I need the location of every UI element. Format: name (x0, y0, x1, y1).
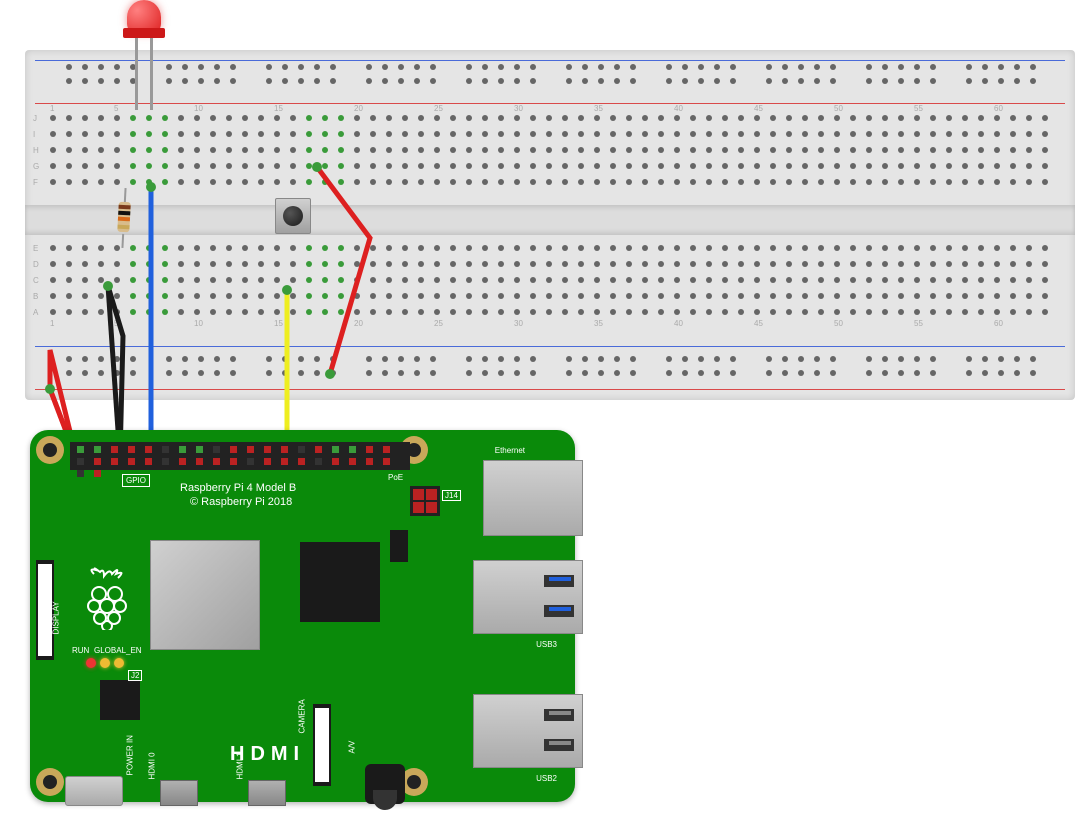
poe-label: PoE (388, 473, 403, 482)
breadboard-bottom-rail (25, 344, 1075, 392)
poe-header (410, 486, 440, 516)
hdmi1-port (248, 780, 286, 806)
gpio-label: GPIO (122, 474, 150, 487)
usb2-port (473, 694, 583, 768)
circuit-diagram: 1155101015152020252530303535404045455050… (0, 0, 1091, 815)
j14-label: J14 (442, 490, 461, 501)
status-leds (86, 658, 124, 668)
cpu-chip (150, 540, 260, 650)
ethernet-label: Ethernet (495, 446, 525, 455)
av-label: A/V (348, 741, 357, 754)
pmic-chip (100, 680, 140, 720)
display-label: DISPLAY (52, 601, 61, 634)
model-text-2: © Raspberry Pi 2018 (190, 496, 292, 508)
pushbutton (275, 198, 315, 238)
hdmi0-port (160, 780, 198, 806)
run-label: RUN (72, 646, 89, 655)
raspberry-logo-icon (82, 566, 132, 630)
ram-chip (300, 542, 380, 622)
j2-label: J2 (128, 670, 142, 681)
raspberry-pi-board: GPIO Raspberry Pi 4 Model B © Raspberry … (30, 430, 575, 802)
usb3-port (473, 560, 583, 634)
usb2-label: USB2 (536, 774, 557, 783)
ethernet-port (483, 460, 583, 536)
usb3-label: USB3 (536, 640, 557, 649)
hdmi-silk-label: HDMI (230, 743, 305, 766)
model-text-1: Raspberry Pi 4 Model B (180, 482, 296, 494)
power-in-label: POWER IN (126, 735, 135, 775)
gpio-header (70, 442, 410, 470)
breadboard-top-rail (25, 58, 1075, 106)
hdmi0-label: HDMI 0 (148, 752, 157, 779)
red-led (125, 0, 165, 120)
camera-label: CAMERA (298, 699, 307, 733)
small-chip (390, 530, 408, 562)
breadboard (25, 50, 1075, 400)
mounting-hole (36, 436, 64, 464)
breadboard-gutter (25, 205, 1075, 235)
mounting-hole (36, 768, 64, 796)
globalen-label: GLOBAL_EN (94, 646, 142, 655)
power-usb-c (65, 776, 123, 806)
